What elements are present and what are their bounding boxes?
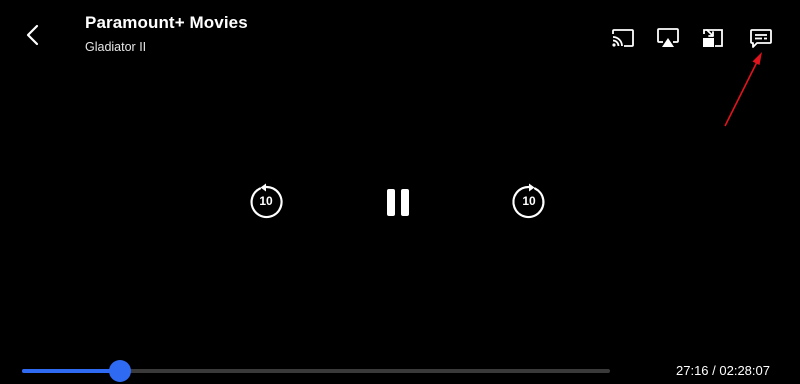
progress-thumb[interactable] [109,360,132,382]
pause-icon [387,189,409,216]
pause-button[interactable] [384,186,412,220]
subtitles-icon [750,29,772,48]
video-player[interactable]: Paramount+ Movies Gladiator II 10 10 27:… [0,0,800,384]
annotation-arrow [724,52,762,127]
airplay-button[interactable] [655,26,681,50]
airplay-icon [657,28,679,47]
forward-button[interactable]: 10 [509,182,549,222]
video-subtitle: Gladiator II [85,40,147,54]
page-title: Paramount+ Movies [85,13,248,32]
rewind-icon [250,183,283,219]
back-button[interactable] [20,22,46,48]
picture-in-picture-button[interactable] [700,26,726,50]
cast-button[interactable] [610,26,636,50]
time-display: 27:16 / 02:28:07 [676,363,770,378]
fast-forward-icon [512,183,545,219]
chevron-left-icon [26,24,39,46]
rewind-button[interactable]: 10 [246,182,286,222]
progress-bar[interactable] [22,360,610,382]
progress-fill [22,369,121,373]
cast-icon [612,29,634,47]
subtitles-button[interactable] [748,26,774,50]
picture-in-picture-icon [703,29,723,47]
